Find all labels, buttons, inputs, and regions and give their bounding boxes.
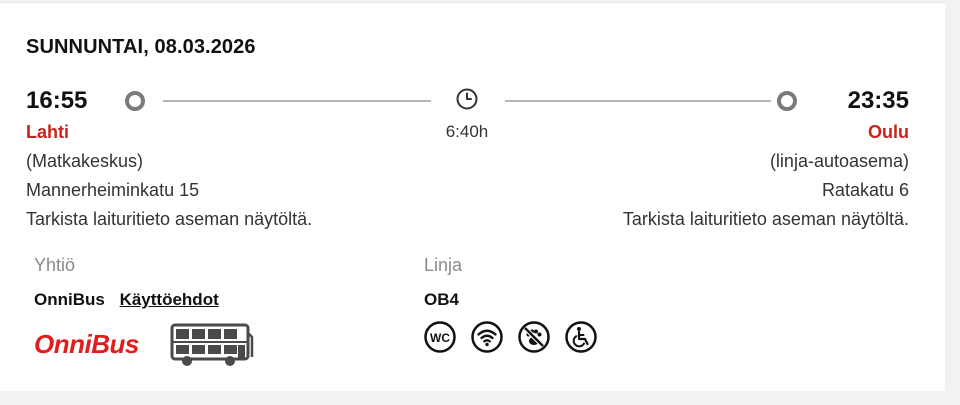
- trip-card: SUNNUNTAI, 08.03.2026 16:55 23:35 6:40h …: [0, 2, 945, 391]
- departure-city: Lahti: [26, 122, 69, 142]
- arrival-note: Tarkista laituritieto aseman näytöltä.: [622, 209, 909, 229]
- arrival-station: (linja-autoasema): [769, 151, 909, 171]
- arrival-address: (linja-autoasema) Ratakatu 6 Tarkista la…: [623, 147, 909, 234]
- arrival-time: 23:35: [847, 87, 909, 114]
- company-name: OnniBus: [34, 290, 105, 309]
- clock-icon: [456, 88, 478, 110]
- arrival-street: Ratakatu 6: [821, 180, 909, 200]
- departure-time: 16:55: [26, 87, 88, 114]
- svg-text:WC: WC: [430, 331, 450, 345]
- wifi-icon: [471, 321, 503, 353]
- route-line-left: [163, 100, 431, 102]
- departure-address: (Matkakeskus) Mannerheiminkatu 15 Tarkis…: [26, 147, 312, 234]
- trip-date: SUNNUNTAI, 08.03.2026: [26, 36, 256, 58]
- amenities-list: WC: [424, 321, 597, 353]
- departure-street: Mannerheiminkatu 15: [26, 180, 200, 200]
- double-decker-bus-icon: [170, 323, 254, 366]
- wc-icon: WC: [424, 321, 456, 353]
- no-pets-icon: [518, 321, 550, 353]
- departure-station: (Matkakeskus): [26, 151, 144, 171]
- onnibus-logo: OnniBus: [34, 329, 139, 359]
- trip-duration: 6:40h: [445, 122, 489, 141]
- company-row: OnniBus Käyttöehdot: [34, 290, 219, 310]
- terms-link[interactable]: Käyttöehdot: [120, 290, 219, 309]
- arrival-city: Oulu: [868, 122, 909, 142]
- route-line-right: [505, 100, 771, 102]
- line-label: Linja: [424, 255, 463, 275]
- company-label: Yhtiö: [34, 255, 76, 275]
- departure-note: Tarkista laituritieto aseman näytöltä.: [26, 209, 313, 229]
- line-code: OB4: [424, 290, 459, 309]
- wheelchair-icon: [565, 321, 597, 353]
- departure-stop-icon: [125, 91, 145, 111]
- arrival-stop-icon: [777, 91, 797, 111]
